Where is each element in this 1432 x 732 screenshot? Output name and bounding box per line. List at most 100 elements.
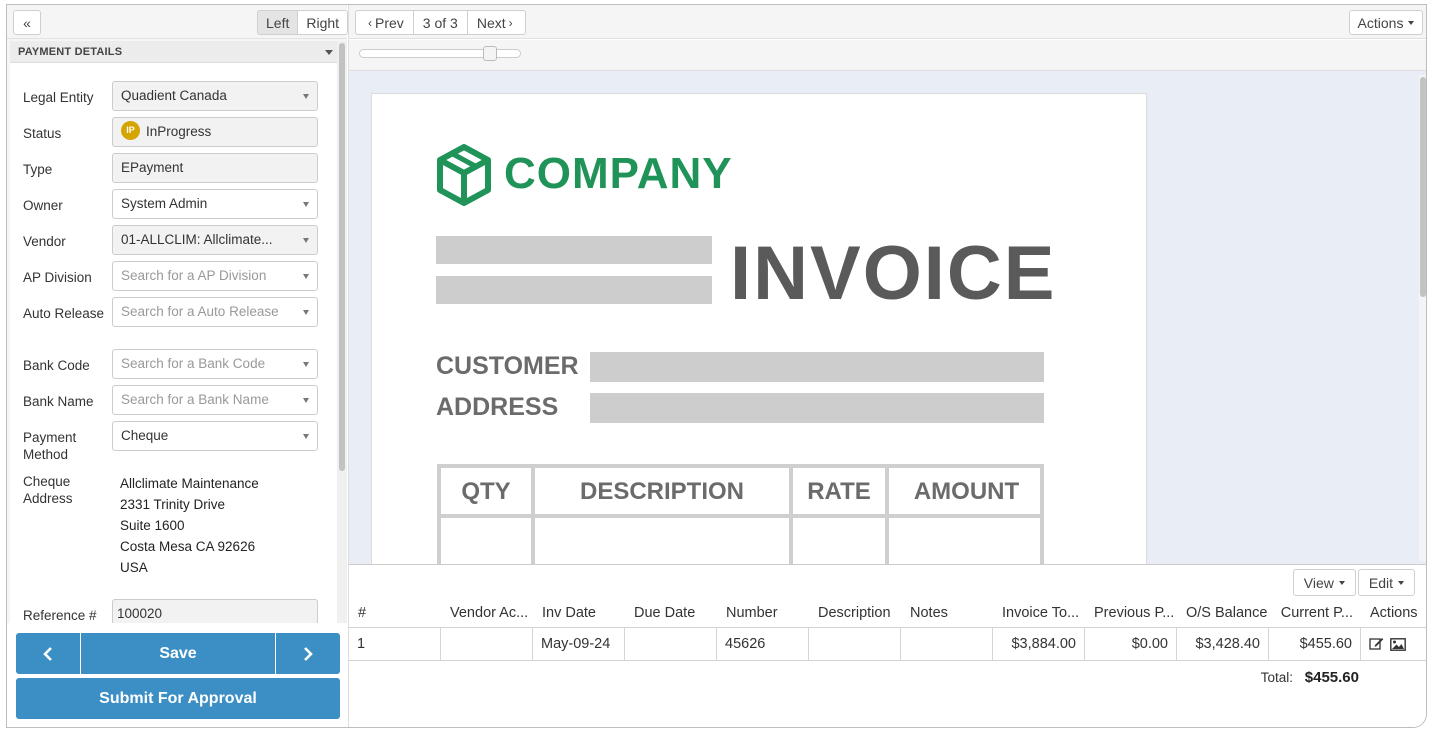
dropdown-arrow-icon	[303, 202, 309, 207]
reference-row: Reference # 100020	[10, 599, 337, 623]
edit-label: Edit	[1368, 574, 1393, 591]
company-name: COMPANY	[504, 149, 733, 198]
row-actions-cell	[1361, 628, 1426, 661]
save-button[interactable]: Save	[81, 633, 275, 674]
previous-paid-cell: $0.00	[1085, 628, 1177, 661]
number-cell: 45626	[717, 628, 809, 661]
type-value: EPayment	[121, 160, 184, 175]
bank-code-select[interactable]: Search for a Bank Code	[112, 349, 318, 379]
auto-release-select[interactable]: Search for a Auto Release	[112, 297, 318, 327]
owner-label: Owner	[23, 198, 63, 213]
edit-icon[interactable]	[1369, 637, 1384, 651]
bank-name-placeholder: Search for a Bank Name	[121, 392, 269, 407]
page-indicator: 3 of 3	[412, 10, 467, 35]
image-icon[interactable]	[1390, 637, 1406, 651]
bank-code-row: Bank Code Search for a Bank Code	[10, 349, 337, 379]
owner-select[interactable]: System Admin	[112, 189, 318, 219]
dropdown-arrow-icon	[303, 362, 309, 367]
ap-division-placeholder: Search for a AP Division	[121, 268, 267, 283]
table-divider	[441, 514, 1041, 518]
payment-method-value: Cheque	[121, 428, 169, 443]
panel-side-toggle: Left Right	[257, 10, 349, 35]
column-header[interactable]: Current P...	[1269, 599, 1361, 627]
dropdown-arrow-icon	[303, 274, 309, 279]
placeholder-bar	[590, 352, 1044, 382]
status-row: Status IP InProgress	[10, 117, 337, 147]
caret-down-icon	[1398, 580, 1404, 585]
cheque-address-value: Allclimate Maintenance 2331 Trinity Driv…	[120, 473, 259, 578]
column-header[interactable]: Previous P...	[1085, 599, 1177, 627]
document-viewer-panel: ‹ Prev 3 of 3 Next › Actions COMPANY INV…	[348, 5, 1426, 727]
column-header[interactable]: Vendor Ac...	[441, 599, 533, 627]
column-header[interactable]: Number	[717, 599, 809, 627]
table-row[interactable]: 1 May-09-24 45626 $3,884.00 $0.00 $3,428…	[349, 627, 1426, 661]
next-record-button[interactable]	[276, 633, 340, 674]
payment-method-select[interactable]: Cheque	[112, 421, 318, 451]
column-header[interactable]: Description	[809, 599, 901, 627]
ap-division-label: AP Division	[23, 270, 92, 285]
reference-label: Reference #	[23, 608, 97, 623]
previous-record-button[interactable]	[16, 633, 80, 674]
address-label: ADDRESS	[436, 393, 559, 421]
actions-label: Actions	[1357, 14, 1404, 31]
column-header[interactable]: Notes	[901, 599, 993, 627]
due-date-cell	[625, 628, 717, 661]
auto-release-placeholder: Search for a Auto Release	[121, 304, 279, 319]
customer-label: CUSTOMER	[436, 352, 579, 380]
grid-header-row: # Vendor Ac... Inv Date Due Date Number …	[349, 599, 1426, 627]
edit-dropdown-button[interactable]: Edit	[1357, 569, 1415, 596]
dropdown-arrow-icon	[303, 398, 309, 403]
submit-for-approval-button[interactable]: Submit For Approval	[16, 678, 340, 719]
status-label: Status	[23, 126, 62, 141]
type-label: Type	[23, 162, 53, 177]
column-header: Actions	[1370, 605, 1418, 621]
address-line: Costa Mesa CA 92626	[120, 539, 256, 554]
column-header[interactable]: Inv Date	[533, 599, 625, 627]
dropdown-arrow-icon	[303, 310, 309, 315]
next-page-button[interactable]: Next ›	[466, 10, 526, 35]
zoom-slider-handle[interactable]	[483, 46, 498, 61]
status-badge: IP	[121, 121, 140, 141]
vendor-row: Vendor 01-ALLCLIM: Allclimate...	[10, 225, 337, 255]
invoice-page-image: COMPANY INVOICE CUSTOMER ADDRESS QTY DES…	[371, 93, 1147, 564]
viewer-scrollbar-thumb[interactable]	[1420, 77, 1426, 297]
column-header[interactable]: O/S Balance	[1177, 599, 1269, 627]
form-scrollbar-thumb[interactable]	[339, 43, 345, 471]
invoice-grid: View Edit # Vendor Ac... Inv Date Due Da…	[349, 564, 1426, 727]
legal-entity-select[interactable]: Quadient Canada	[112, 81, 318, 111]
view-label: View	[1303, 574, 1334, 591]
right-toggle-button[interactable]: Right	[297, 10, 349, 35]
viewer-toolbar: ‹ Prev 3 of 3 Next › Actions	[349, 5, 1426, 39]
column-header[interactable]: Due Date	[625, 599, 717, 627]
prev-page-button[interactable]: ‹ Prev	[355, 10, 413, 35]
cheque-address-row: Cheque Address Allclimate Maintenance 23…	[10, 473, 337, 583]
address-line: Suite 1600	[120, 518, 185, 533]
collapse-panel-button[interactable]: «	[13, 10, 41, 35]
reference-field[interactable]: 100020	[112, 599, 318, 623]
ap-division-select[interactable]: Search for a AP Division	[112, 261, 318, 291]
form-scrollbar[interactable]	[337, 41, 347, 623]
vendor-select[interactable]: 01-ALLCLIM: Allclimate...	[112, 225, 318, 255]
save-button-group: Save	[16, 633, 340, 674]
description-cell	[809, 628, 901, 661]
row-index: 1	[349, 628, 441, 661]
type-row: Type EPayment	[10, 153, 337, 183]
os-balance-cell: $3,428.40	[1177, 628, 1269, 661]
viewer-scrollbar[interactable]	[1419, 75, 1426, 561]
actions-dropdown-button[interactable]: Actions	[1349, 10, 1423, 35]
column-header[interactable]: Invoice To...	[993, 599, 1085, 627]
bank-name-row: Bank Name Search for a Bank Name	[10, 385, 337, 415]
left-toggle-button[interactable]: Left	[257, 10, 298, 35]
notes-cell	[901, 628, 993, 661]
zoom-bar	[349, 40, 1426, 71]
bank-name-select[interactable]: Search for a Bank Name	[112, 385, 318, 415]
document-preview: COMPANY INVOICE CUSTOMER ADDRESS QTY DES…	[349, 71, 1426, 564]
dropdown-arrow-icon	[303, 238, 309, 243]
view-dropdown-button[interactable]: View	[1292, 569, 1356, 596]
column-header[interactable]: #	[349, 599, 441, 627]
current-payment-cell[interactable]: $455.60	[1269, 628, 1361, 661]
status-value: InProgress	[146, 124, 212, 139]
payment-details-section-header[interactable]: PAYMENT DETAILS	[10, 41, 337, 63]
inv-date-cell: May-09-24	[533, 628, 625, 661]
placeholder-bar	[436, 276, 712, 304]
